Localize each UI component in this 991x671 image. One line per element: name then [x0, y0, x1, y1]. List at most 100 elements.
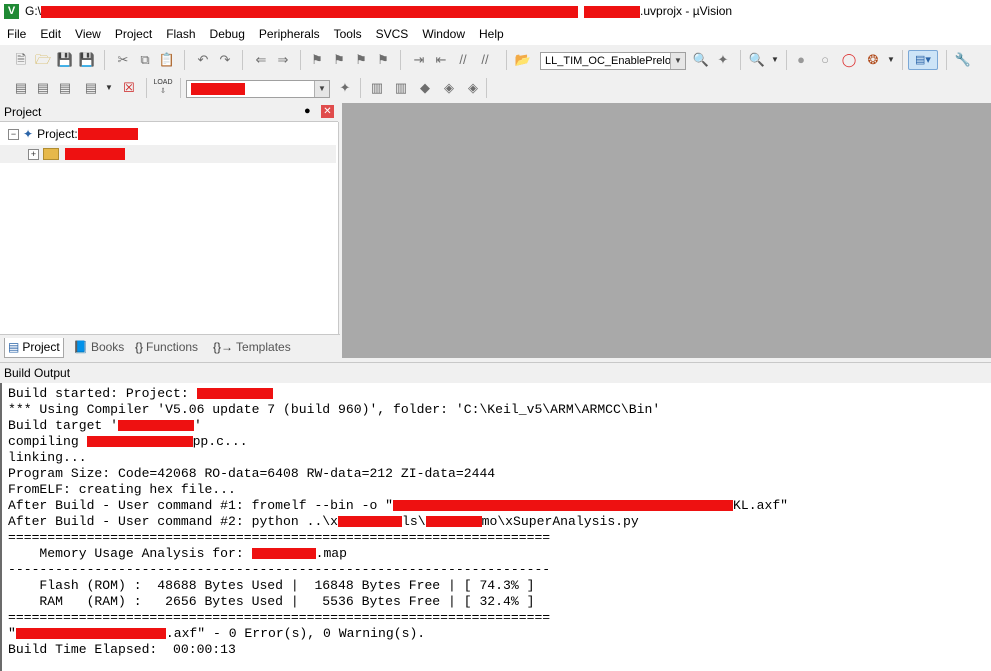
menu-file[interactable]: File [0, 27, 33, 41]
log-line: Memory Usage Analysis for: .map [8, 546, 348, 561]
log-line: *** Using Compiler 'V5.06 update 7 (buil… [8, 402, 661, 417]
comment-icon[interactable]: // [454, 51, 472, 69]
indent-icon[interactable]: ⇥ [410, 51, 428, 69]
redacted-path [393, 500, 734, 512]
menu-svcs[interactable]: SVCS [369, 27, 416, 41]
menu-flash[interactable]: Flash [159, 27, 202, 41]
book-icon: 📘 [73, 340, 88, 354]
chevron-down-icon[interactable]: ▼ [670, 53, 685, 69]
window-layout-icon[interactable]: ▤▾ [908, 50, 938, 70]
translate-icon[interactable]: ▤ [12, 79, 30, 97]
menu-view[interactable]: View [68, 27, 108, 41]
expand-icon[interactable]: + [28, 148, 39, 160]
project-panel-tabs: ▤ Project 📘 Books {} Functions {}→ Templates [0, 334, 340, 359]
chevron-down-icon[interactable]: ▼ [314, 81, 329, 97]
target-select[interactable]: ▼ [186, 80, 330, 98]
chevron-down-icon[interactable]: ▼ [766, 51, 784, 69]
open-file-icon[interactable]: 🗁 [34, 51, 52, 69]
build-icon[interactable]: ▤ [34, 79, 52, 97]
configure-icon[interactable]: ❂ [864, 51, 882, 69]
build-output-title: Build Output [4, 366, 71, 380]
menu-peripherals[interactable]: Peripherals [252, 27, 327, 41]
redacted-project-name [77, 128, 138, 140]
redacted-project-name [584, 5, 641, 18]
log-line: Build target ' ' [8, 418, 202, 433]
rebuild-icon[interactable]: ▤ [56, 79, 74, 97]
incremental-find-icon[interactable]: 🔍 [692, 51, 710, 69]
menu-project[interactable]: Project [108, 27, 159, 41]
paste-icon[interactable]: 📋 [158, 51, 176, 69]
project-icon: ✦ [23, 127, 34, 141]
tab-books[interactable]: 📘 Books [70, 338, 127, 357]
redacted-axf-name [15, 628, 166, 640]
redacted-filename [86, 436, 193, 448]
wizard-icon[interactable]: ✦ [714, 51, 732, 69]
tab-project[interactable]: ▤ Project [4, 338, 64, 358]
wrench-icon[interactable]: 🔧 [954, 51, 972, 69]
tab-templates[interactable]: {}→ Templates [210, 338, 294, 357]
chevron-down-icon[interactable]: ▼ [882, 51, 900, 69]
find-in-files-icon[interactable]: 📂 [514, 51, 532, 69]
redacted-target-name [191, 83, 245, 96]
menu-help[interactable]: Help [472, 27, 511, 41]
tab-functions[interactable]: {} Functions [132, 338, 201, 357]
project-tree[interactable]: − ✦ Project: + [0, 122, 339, 334]
menu-window[interactable]: Window [415, 27, 472, 41]
uncomment-icon[interactable]: // [476, 51, 494, 69]
tree-root[interactable]: − ✦ Project: [8, 125, 138, 143]
close-icon[interactable]: ✕ [321, 105, 334, 118]
batch-build-icon[interactable]: ▤ [82, 79, 100, 97]
tree-item-target[interactable]: + [0, 145, 336, 163]
disable-breakpoint-icon[interactable]: ○ [816, 51, 834, 69]
chevron-down-icon[interactable]: ▼ [100, 79, 118, 97]
editor-area[interactable] [342, 103, 991, 358]
unindent-icon[interactable]: ⇤ [432, 51, 450, 69]
find-combo[interactable]: LL_TIM_OC_EnablePreloa ▼ [540, 52, 686, 70]
target-options-icon[interactable]: ✦ [336, 79, 354, 97]
redo-icon[interactable]: ↷ [216, 51, 234, 69]
load-icon[interactable]: LOAD ⇩ [152, 78, 174, 96]
pack-installer-icon[interactable]: ◈ [440, 79, 458, 97]
cut-icon[interactable]: ✂ [114, 51, 132, 69]
menu-tools[interactable]: Tools [327, 27, 369, 41]
log-line: Flash (ROM) : 48688 Bytes Used | 16848 B… [8, 578, 535, 593]
save-all-icon[interactable]: 💾 [78, 51, 96, 69]
build-output-log[interactable]: Build started: Project: *** Using Compil… [0, 383, 991, 671]
log-line: ========================================… [8, 530, 551, 545]
build-toolbar: ▤ ▤ ▤ ▤ ▼ ☒ LOAD ⇩ ▼ ✦ ▥ ▥ ◆ ◈ ◈ [0, 75, 991, 103]
log-line: Build Time Elapsed: 00:00:13 [8, 642, 236, 657]
manage-components-icon[interactable]: ▥ [392, 79, 410, 97]
save-icon[interactable]: 💾 [56, 51, 74, 69]
menu-debug[interactable]: Debug [203, 27, 252, 41]
copy-icon[interactable]: ⧉ [136, 51, 154, 69]
menu-edit[interactable]: Edit [33, 27, 68, 41]
folder-icon [43, 148, 59, 160]
clear-bookmarks-icon[interactable]: ⚑ [374, 51, 392, 69]
undo-icon[interactable]: ↶ [194, 51, 212, 69]
navigate-forward-icon[interactable]: ⇒ [274, 51, 292, 69]
select-packs-icon[interactable]: ◆ [416, 79, 434, 97]
navigate-back-icon[interactable]: ⇐ [252, 51, 270, 69]
collapse-icon[interactable]: − [8, 128, 19, 140]
menu-bar: File Edit View Project Flash Debug Perip… [0, 23, 991, 45]
log-line: ----------------------------------------… [8, 562, 551, 577]
uvision-app-icon[interactable]: V [4, 4, 19, 19]
stop-build-icon[interactable]: ☒ [120, 79, 138, 97]
pin-icon[interactable]: ● [304, 105, 311, 117]
new-file-icon[interactable]: 🗎 [12, 51, 30, 69]
previous-bookmark-icon[interactable]: ⚑ [330, 51, 348, 69]
log-line: RAM (RAM) : 2656 Bytes Used | 5536 Bytes… [8, 594, 535, 609]
run-time-environment-icon[interactable]: ◈ [464, 79, 482, 97]
template-icon: {}→ [213, 340, 234, 354]
file-extensions-icon[interactable]: ▥ [368, 79, 386, 97]
window-title: G:\ .uvprojx - µVision [25, 4, 733, 18]
bookmark-icon[interactable]: ⚑ [308, 51, 326, 69]
log-line: " .axf" - 0 Error(s), 0 Warning(s). [8, 626, 426, 641]
kill-breakpoints-icon[interactable]: ◯ [840, 51, 858, 69]
search-icon[interactable]: 🔍 [748, 51, 766, 69]
redacted-target-name [65, 148, 125, 160]
log-line: After Build - User command #1: fromelf -… [8, 498, 789, 513]
next-bookmark-icon[interactable]: ⚑ [352, 51, 370, 69]
breakpoint-icon[interactable]: ● [792, 51, 810, 69]
title-bar: V G:\ .uvprojx - µVision [0, 0, 991, 23]
